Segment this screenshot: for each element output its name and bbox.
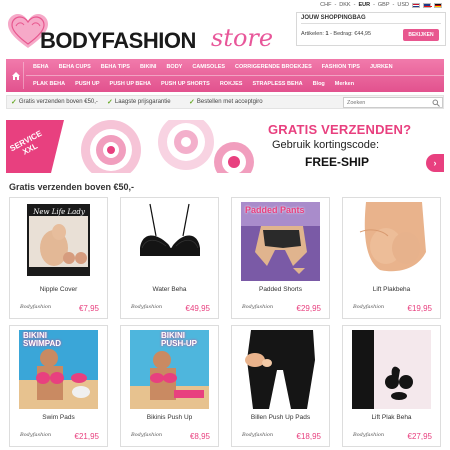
currency-chf[interactable]: CHF — [320, 2, 331, 8]
home-icon — [12, 71, 20, 80]
product-price: €8,95 — [189, 432, 210, 441]
product-card[interactable]: Lift Plakbeha Bodyfashion €19,95 — [342, 197, 441, 319]
logo-text: BODYFASHION — [40, 28, 196, 53]
product-name[interactable]: Lift Plak Beha — [343, 414, 440, 421]
product-name[interactable]: Padded Shorts — [232, 286, 329, 293]
product-brand: Bodyfashion — [242, 432, 274, 438]
product-name[interactable]: Nipple Cover — [10, 286, 107, 293]
flag-nl-icon[interactable] — [412, 2, 420, 8]
product-name[interactable]: Water Beha — [121, 286, 218, 293]
product-price: €7,95 — [78, 304, 99, 313]
nav-item-push-up-beha[interactable]: PUSH UP BEHA — [105, 81, 156, 87]
product-card[interactable]: BIKINI SWIMPAD Swim Pads Bodyfashion €21… — [9, 325, 108, 447]
product-name[interactable]: Swim Pads — [10, 414, 107, 421]
currency-selector: CHF - DKK - EUR - GBP - USD — [320, 2, 442, 8]
product-card[interactable]: Billen Push Up Pads Bodyfashion €18,95 — [231, 325, 330, 447]
nav-item-beha-cups[interactable]: BEHA CUPS — [54, 64, 96, 70]
nav-item-jurken[interactable]: JURKEN — [365, 64, 398, 70]
product-brand: Bodyfashion — [353, 304, 385, 310]
flag-de-icon[interactable] — [434, 2, 442, 8]
nav-item-merken[interactable]: Merken — [330, 81, 359, 87]
banner-next-arrow-icon[interactable]: › — [426, 154, 444, 172]
check-icon: ✓ — [107, 99, 113, 106]
usp-bar: ✓ Gratis verzenden boven €50,- ✓ Laagste… — [6, 95, 444, 109]
view-cart-button[interactable]: BEKIJKEN — [403, 29, 439, 41]
nav-row-1: BEHA BEHA CUPS BEHA TIPS BIKINI BODY CAMISOLE… — [28, 59, 398, 75]
product-image-text: New Life Lady — [33, 208, 85, 216]
product-name[interactable]: Billen Push Up Pads — [232, 414, 329, 421]
product-price: €21,95 — [74, 432, 99, 441]
site-logo[interactable]: BODYFASHION store — [6, 12, 286, 56]
check-icon: ✓ — [11, 99, 17, 106]
main-nav: BEHA BEHA CUPS BEHA TIPS BIKINI BODY CAMISOLE… — [6, 59, 444, 92]
search-input[interactable] — [344, 98, 424, 107]
nav-item-camisoles[interactable]: CAMISOLES — [187, 64, 230, 70]
banner-code: FREE-SHIP — [305, 155, 370, 169]
nav-item-plak-beha[interactable]: PLAK BEHA — [28, 81, 70, 87]
product-image[interactable] — [352, 202, 431, 281]
home-button[interactable] — [9, 62, 24, 89]
check-icon: ✓ — [189, 99, 195, 106]
product-image[interactable] — [241, 330, 320, 409]
nav-item-push-up[interactable]: PUSH UP — [70, 81, 104, 87]
usp-item: ✓ Bestellen met acceptgiro — [189, 99, 263, 106]
nav-item-beha-tips[interactable]: BEHA TIPS — [96, 64, 135, 70]
nav-item-corrigerende-broekjes[interactable]: CORRIGERENDE BROEKJES — [230, 64, 317, 70]
cart-title: JOUW SHOPPINGBAG — [301, 15, 366, 21]
product-card[interactable]: Padded Pants Padded Shorts Bodyfashion €… — [231, 197, 330, 319]
usp-item: ✓ Gratis verzenden boven €50,- — [11, 99, 98, 106]
promo-banner[interactable]: SERVICE XXL GRATIS VERZENDEN? Gebruik ko… — [6, 120, 444, 173]
nav-item-rokjes[interactable]: ROKJES — [215, 81, 248, 87]
nav-item-bikini[interactable]: BIKINI — [135, 64, 162, 70]
product-brand: Bodyfashion — [20, 432, 52, 438]
nav-item-strapless-beha[interactable]: STRAPLESS BEHA — [247, 81, 307, 87]
currency-gbp[interactable]: GBP — [378, 2, 390, 8]
banner-headline: GRATIS VERZENDEN? — [268, 122, 412, 137]
product-card[interactable]: BIKINI PUSH-UP Bikinis Push Up Bodyfashi… — [120, 325, 219, 447]
product-price: €27,95 — [407, 432, 432, 441]
nav-item-blog[interactable]: Blog — [308, 81, 330, 87]
product-brand: Bodyfashion — [242, 304, 274, 310]
logo-store-text: store — [211, 24, 274, 52]
product-name[interactable]: Bikinis Push Up — [121, 414, 218, 421]
banner-subline: Gebruik kortingscode: — [272, 139, 379, 151]
flag-uk-icon[interactable] — [423, 2, 432, 8]
shopping-bag: JOUW SHOPPINGBAG Artikelen: 1 - Bedrag: … — [296, 12, 446, 46]
currency-dkk[interactable]: DKK — [339, 2, 350, 8]
nav-item-fashion-tips[interactable]: FASHION TIPS — [317, 64, 365, 70]
product-brand: Bodyfashion — [131, 304, 163, 310]
currency-eur[interactable]: EUR — [358, 2, 370, 8]
product-image[interactable] — [352, 330, 431, 409]
nav-item-body[interactable]: BODY — [161, 64, 187, 70]
product-brand: Bodyfashion — [353, 432, 385, 438]
nav-item-beha[interactable]: BEHA — [28, 64, 54, 70]
product-price: €49,95 — [185, 304, 210, 313]
product-image[interactable] — [130, 202, 209, 281]
cart-info: Artikelen: 1 - Bedrag: €44,95 — [301, 31, 372, 37]
product-card[interactable]: Lift Plak Beha Bodyfashion €27,95 — [342, 325, 441, 447]
product-brand: Bodyfashion — [131, 432, 163, 438]
product-brand: Bodyfashion — [20, 304, 52, 310]
nav-row-2: PLAK BEHA PUSH UP PUSH UP BEHA PUSH UP SHOR… — [28, 76, 359, 92]
product-image-text: BIKINI PUSH-UP — [161, 331, 198, 348]
section-title: Gratis verzenden boven €50,- — [9, 182, 135, 192]
search-box — [343, 97, 443, 108]
product-image-text: BIKINI SWIMPAD — [23, 331, 62, 348]
currency-usd[interactable]: USD — [397, 2, 409, 8]
product-card[interactable]: Water Beha Bodyfashion €49,95 — [120, 197, 219, 319]
usp-item: ✓ Laagste prijsgarantie — [107, 99, 171, 106]
nav-item-push-up-shorts[interactable]: PUSH UP SHORTS — [156, 81, 215, 87]
product-price: €19,95 — [407, 304, 432, 313]
product-price: €29,95 — [296, 304, 321, 313]
search-icon[interactable] — [432, 99, 440, 107]
product-image-text: Padded Pants — [245, 205, 305, 215]
product-price: €18,95 — [296, 432, 321, 441]
product-card[interactable]: New Life Lady Nipple Cover Bodyfashion €… — [9, 197, 108, 319]
site-header: BODYFASHION store CHF - DKK - EUR - GBP … — [0, 0, 450, 58]
product-name[interactable]: Lift Plakbeha — [343, 286, 440, 293]
